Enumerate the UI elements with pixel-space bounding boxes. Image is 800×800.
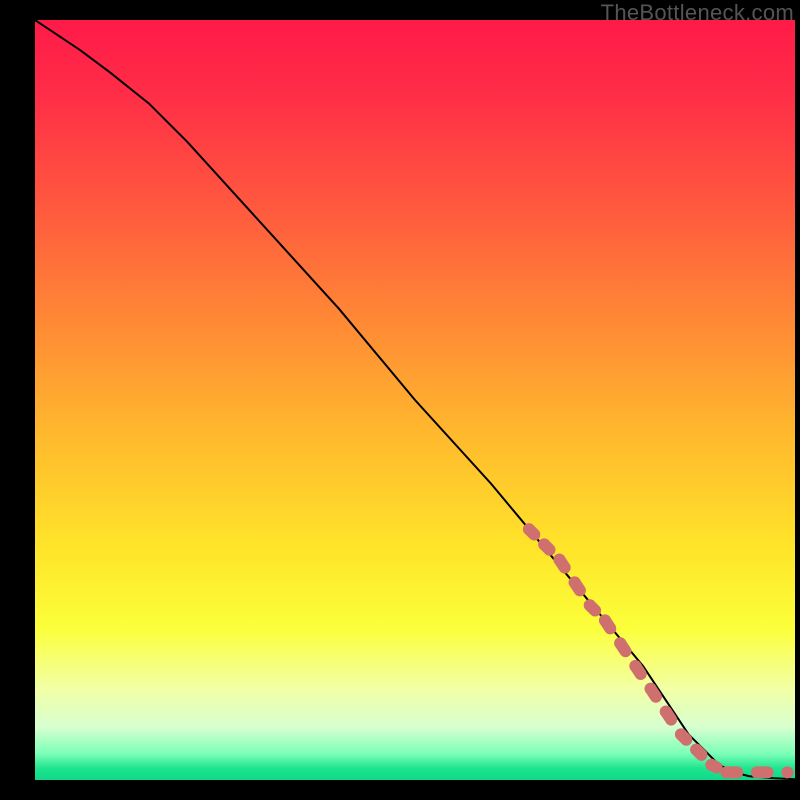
dot-dash: [559, 560, 564, 568]
dot-dash: [711, 765, 716, 768]
chart-stage: TheBottleneck.com: [0, 0, 800, 800]
dot-dash: [681, 734, 686, 739]
dot-dash: [590, 605, 595, 610]
dot-dash: [696, 750, 701, 755]
dot-dash: [529, 529, 534, 534]
dot-dash: [620, 643, 625, 651]
dot: [781, 766, 793, 778]
dot-dash: [605, 620, 610, 628]
bottleneck-chart: [35, 20, 795, 780]
dot-dash: [635, 666, 640, 674]
dot-dash: [651, 689, 656, 697]
dot-dash: [666, 712, 671, 720]
dot-dash: [544, 544, 549, 549]
dot-dash: [575, 582, 580, 590]
